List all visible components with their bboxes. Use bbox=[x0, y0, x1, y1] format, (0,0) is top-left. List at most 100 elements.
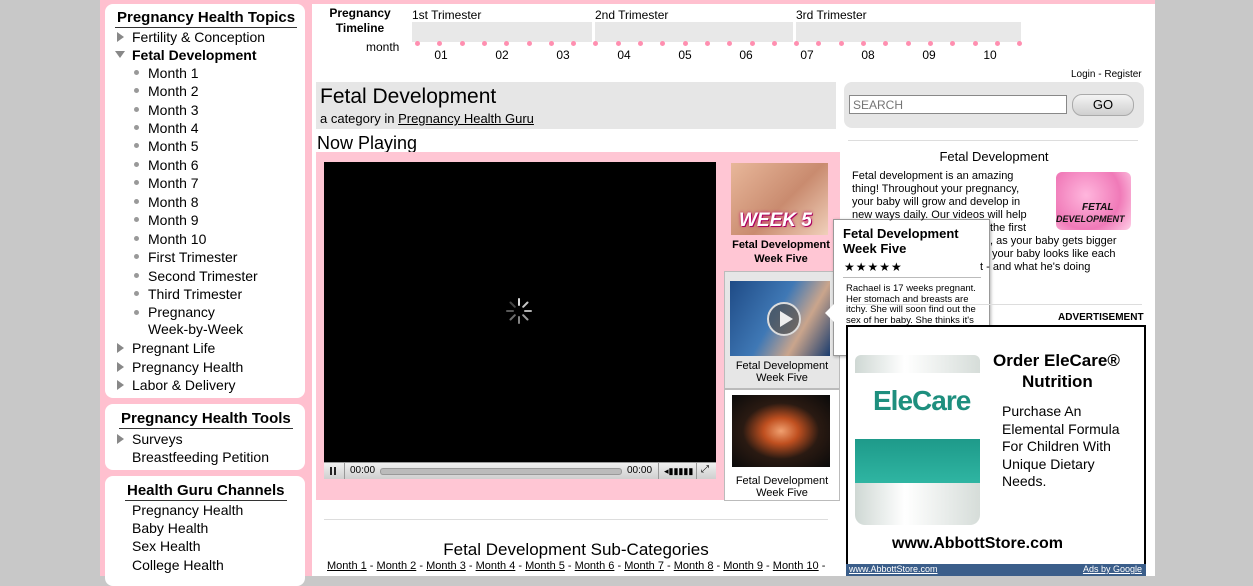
ad-url: www.AbbottStore.com bbox=[892, 535, 1063, 552]
timeline-month-09[interactable]: 09 bbox=[919, 48, 939, 62]
subcategory-separator: - bbox=[465, 560, 476, 572]
subitem-month-4[interactable]: Month 4 bbox=[148, 120, 199, 136]
timeline-month-07[interactable]: 07 bbox=[797, 48, 817, 62]
timeline-month-02[interactable]: 02 bbox=[492, 48, 512, 62]
timeline-dot bbox=[615, 41, 621, 46]
tool-breastfeeding-petition[interactable]: Breastfeeding Petition bbox=[132, 449, 269, 465]
timeline-month-03[interactable]: 03 bbox=[553, 48, 573, 62]
now-playing-heading: Now Playing bbox=[317, 133, 418, 153]
topic-fertility[interactable]: Fertility & Conception bbox=[132, 29, 265, 45]
subcategory-link-month-3[interactable]: Month 3 bbox=[426, 560, 466, 572]
bullet-icon bbox=[134, 236, 139, 241]
bullet-icon bbox=[134, 180, 139, 185]
timeline-dot bbox=[593, 41, 599, 46]
category-header: Fetal Development a category in Pregnanc… bbox=[316, 82, 836, 129]
topic-fetal-development[interactable]: Fetal Development bbox=[132, 47, 256, 63]
topic-labor-delivery[interactable]: Labor & Delivery bbox=[132, 377, 236, 393]
channel-college-health[interactable]: College Health bbox=[132, 557, 224, 573]
subitem-month-5[interactable]: Month 5 bbox=[148, 138, 199, 154]
category-prefix: a category in bbox=[320, 111, 395, 126]
topic-pregnancy-health[interactable]: Pregnancy Health bbox=[132, 359, 243, 375]
bullet-icon bbox=[134, 217, 139, 222]
topic-pregnant-life[interactable]: Pregnant Life bbox=[132, 340, 215, 356]
trimester-3-bar[interactable] bbox=[796, 22, 1021, 42]
subcategory-link-month-7[interactable]: Month 7 bbox=[624, 560, 664, 572]
timeline-month-06[interactable]: 06 bbox=[736, 48, 756, 62]
search-panel: GO bbox=[844, 82, 1144, 128]
subcategory-link-month-8[interactable]: Month 8 bbox=[674, 560, 714, 572]
timeline-month-08[interactable]: 08 bbox=[858, 48, 878, 62]
pregnancy-timeline: Pregnancy Timeline month 1st Trimester 2… bbox=[312, 4, 1032, 64]
subcategory-link-month-4[interactable]: Month 4 bbox=[476, 560, 516, 572]
subitem-month-9[interactable]: Month 9 bbox=[148, 212, 199, 228]
channel-pregnancy-health[interactable]: Pregnancy Health bbox=[132, 502, 243, 518]
register-link[interactable]: Register bbox=[1104, 69, 1141, 80]
subcategory-link-month-10[interactable]: Month 10 bbox=[773, 560, 819, 572]
thumb-1[interactable]: WEEK 5 Fetal Development Week Five bbox=[724, 160, 838, 270]
thumb-1-title: Fetal Development Week Five bbox=[732, 239, 830, 265]
bullet-icon bbox=[134, 310, 139, 315]
subitem-month-10[interactable]: Month 10 bbox=[148, 231, 206, 247]
seek-bar[interactable] bbox=[380, 468, 622, 475]
subitem-month-13[interactable]: Third Trimester bbox=[148, 286, 242, 302]
subcategory-link-month-1[interactable]: Month 1 bbox=[327, 560, 367, 572]
subitem-week-by-week[interactable]: Pregnancy Week-by-Week bbox=[148, 304, 243, 338]
subcategory-separator: - bbox=[614, 560, 625, 572]
ad-product-name: EleCare bbox=[873, 385, 971, 416]
ad-heading-1: Order EleCare® bbox=[993, 351, 1120, 370]
timeline-dot bbox=[704, 41, 710, 46]
subcategory-separator: - bbox=[818, 560, 826, 572]
trimester-2-bar[interactable] bbox=[595, 22, 793, 42]
collapsed-arrow-icon bbox=[117, 343, 124, 353]
timeline-dot bbox=[638, 41, 643, 46]
ad-body-line: Needs. bbox=[1002, 473, 1047, 489]
subcategory-link-month-5[interactable]: Month 5 bbox=[525, 560, 565, 572]
channel-sex-health[interactable]: Sex Health bbox=[132, 538, 200, 554]
thumb-2[interactable]: Fetal Development Week Five bbox=[724, 271, 840, 389]
subitem-month-1[interactable]: Month 1 bbox=[148, 65, 199, 81]
timeline-month-04[interactable]: 04 bbox=[614, 48, 634, 62]
bullet-icon bbox=[134, 254, 139, 259]
timeline-dot bbox=[415, 41, 420, 46]
timeline-month-05[interactable]: 05 bbox=[675, 48, 695, 62]
ad-footer-ads-by-google[interactable]: Ads by Google bbox=[1083, 564, 1142, 574]
subitem-month-8[interactable]: Month 8 bbox=[148, 194, 199, 210]
subcategory-link-month-2[interactable]: Month 2 bbox=[377, 560, 417, 572]
video-player[interactable] bbox=[324, 162, 716, 462]
subcategory-link-month-6[interactable]: Month 6 bbox=[575, 560, 615, 572]
timeline-dot bbox=[727, 41, 733, 46]
subitem-month-12[interactable]: Second Trimester bbox=[148, 268, 258, 284]
subcategory-separator: - bbox=[713, 560, 724, 572]
pause-icon[interactable] bbox=[330, 467, 338, 475]
subcategory-separator: - bbox=[763, 560, 773, 572]
subitem-month-2[interactable]: Month 2 bbox=[148, 83, 199, 99]
subitem-month-7[interactable]: Month 7 bbox=[148, 175, 199, 191]
timeline-month-10[interactable]: 10 bbox=[980, 48, 1000, 62]
channel-baby-health[interactable]: Baby Health bbox=[132, 520, 208, 536]
login-link[interactable]: Login bbox=[1071, 69, 1095, 80]
fullscreen-icon[interactable]: ⤢ bbox=[701, 464, 709, 475]
subcategory-separator: - bbox=[663, 560, 674, 572]
subcategory-separator: - bbox=[416, 560, 427, 572]
topics-panel: Pregnancy Health Topics Fertility & Conc… bbox=[105, 4, 305, 398]
search-input[interactable] bbox=[849, 95, 1067, 114]
timeline-month-01[interactable]: 01 bbox=[431, 48, 451, 62]
channels-panel: Health Guru Channels Pregnancy Health Ba… bbox=[105, 476, 305, 586]
subcategory-link-month-9[interactable]: Month 9 bbox=[723, 560, 763, 572]
collapsed-arrow-icon bbox=[117, 362, 124, 372]
volume-icon[interactable]: ◂▮▮▮▮▮ bbox=[664, 466, 693, 476]
category-link[interactable]: Pregnancy Health Guru bbox=[398, 111, 534, 126]
ad-box[interactable]: EleCare Order EleCare® Nutrition Purchas… bbox=[846, 325, 1146, 567]
search-go-button[interactable]: GO bbox=[1072, 94, 1134, 116]
thumb-3[interactable]: Fetal Development Week Five bbox=[724, 389, 840, 501]
ad-footer-url[interactable]: www.AbbottStore.com bbox=[849, 564, 938, 574]
subitem-month-3[interactable]: Month 3 bbox=[148, 102, 199, 118]
subitem-month-6[interactable]: Month 6 bbox=[148, 157, 199, 173]
ad-heading-2: Nutrition bbox=[1022, 372, 1093, 391]
tools-panel: Pregnancy Health Tools Surveys Breastfee… bbox=[105, 404, 305, 470]
subitem-month-11[interactable]: First Trimester bbox=[148, 249, 237, 265]
bullet-icon bbox=[134, 162, 139, 167]
tool-surveys[interactable]: Surveys bbox=[132, 431, 183, 447]
right-info-line: your baby will grow and develop in bbox=[852, 196, 1021, 208]
trimester-1-bar[interactable] bbox=[412, 22, 592, 42]
